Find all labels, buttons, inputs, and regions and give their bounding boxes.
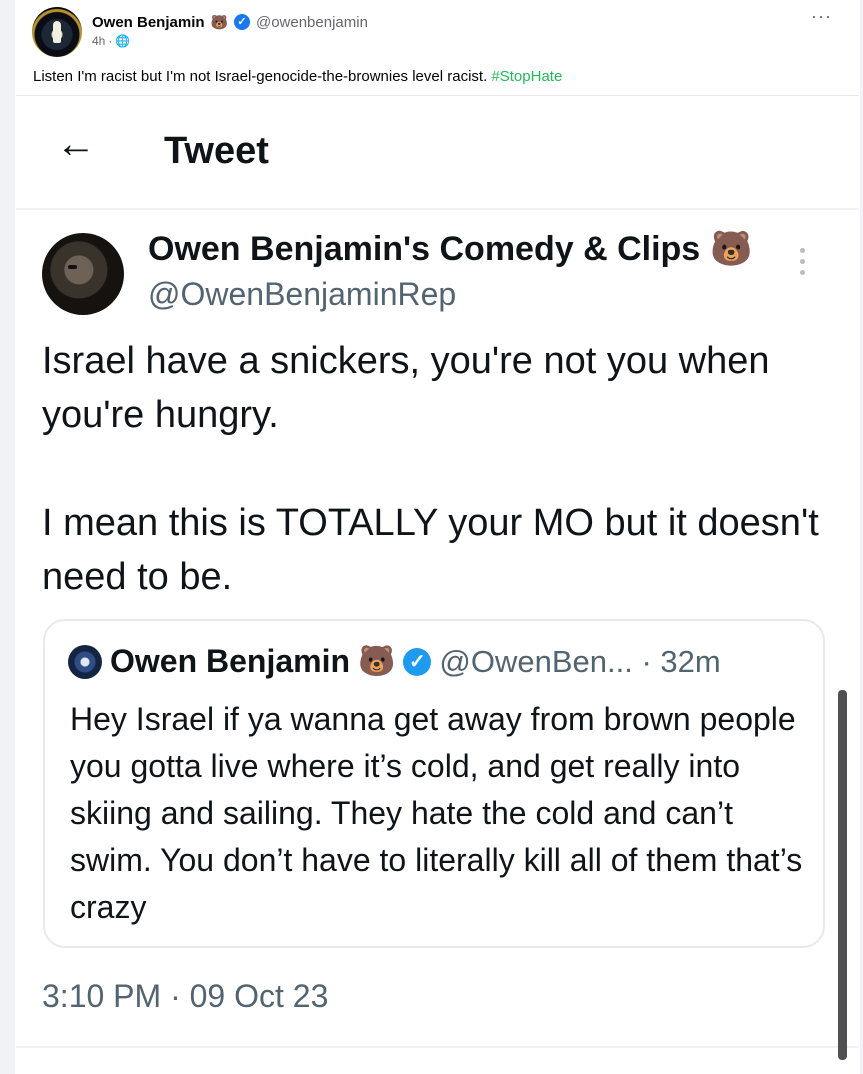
divider — [16, 1046, 859, 1048]
hashtag-link[interactable]: #StopHate — [491, 68, 562, 85]
scrollbar[interactable] — [838, 690, 847, 1060]
back-arrow-icon: ← — [56, 122, 96, 166]
tweet-timestamp: 3:10 PM · 09 Oct 23 — [42, 978, 329, 1014]
tweet-body-line: Israel have a snickers, you're not you w… — [42, 340, 770, 436]
post-meta: 4h · 🌐 — [92, 34, 130, 48]
author-avatar[interactable] — [32, 7, 82, 57]
more-options-icon[interactable]: ··· — [811, 6, 832, 27]
post-header: Owen Benjamin 🐻 ✓ @owenbenjamin 4h · 🌐 ·… — [15, 0, 860, 60]
tweet-header-title: Tweet — [164, 130, 269, 172]
quoted-author-avatar — [68, 644, 102, 679]
post-text: Listen I'm racist but I'm not Israel-gen… — [33, 68, 562, 85]
verified-badge-icon: ✓ — [233, 14, 250, 30]
vertical-dots-icon — [797, 248, 807, 281]
tweet-author-line: Owen Benjamin's Comedy & Clips 🐻 — [148, 229, 753, 269]
quoted-tweet-text: Hey Israel if ya wanna get away from bro… — [70, 701, 803, 925]
bear-emoji-icon: 🐻 — [210, 13, 228, 30]
author-handle[interactable]: @owenbenjamin — [256, 14, 368, 31]
quoted-author-name: Owen Benjamin — [110, 643, 351, 679]
quoted-tweet: Owen Benjamin 🐻 ✓ @OwenBen... · 32m Hey … — [43, 619, 825, 948]
author-name[interactable]: Owen Benjamin — [92, 14, 205, 31]
tweet-body: Israel have a snickers, you're not you w… — [42, 334, 822, 604]
globe-icon[interactable]: 🌐 — [115, 34, 130, 48]
bear-emoji-icon: 🐻 — [358, 645, 396, 678]
tweet-author-avatar — [42, 233, 124, 315]
tweet-header-bar: ← Tweet — [16, 96, 859, 210]
post-time[interactable]: 4h — [92, 34, 105, 48]
verified-badge-icon: ✓ — [403, 647, 432, 676]
tweet-body-line: I mean this is TOTALLY your MO but it do… — [42, 502, 819, 598]
tweet-author-name: Owen Benjamin's Comedy & Clips — [148, 229, 701, 268]
post-text-body: Listen I'm racist but I'm not Israel-gen… — [33, 68, 488, 85]
bear-emoji-icon: 🐻 — [710, 230, 753, 268]
tweet-screenshot[interactable]: ← Tweet Owen Benjamin's Comedy & Clips 🐻… — [16, 95, 859, 1074]
avatar-eye — [68, 265, 77, 269]
meta-separator: · — [108, 34, 113, 48]
quoted-tweet-header: Owen Benjamin 🐻 ✓ @OwenBen... · 32m — [68, 643, 721, 680]
avatar-figure — [53, 21, 61, 43]
author-line: Owen Benjamin 🐻 ✓ @owenbenjamin — [92, 12, 368, 32]
facebook-post: Owen Benjamin 🐻 ✓ @owenbenjamin 4h · 🌐 ·… — [15, 0, 860, 1074]
quoted-handle-time: @OwenBen... · 32m — [439, 643, 721, 679]
tweet-author-handle: @OwenBenjaminRep — [148, 276, 457, 312]
